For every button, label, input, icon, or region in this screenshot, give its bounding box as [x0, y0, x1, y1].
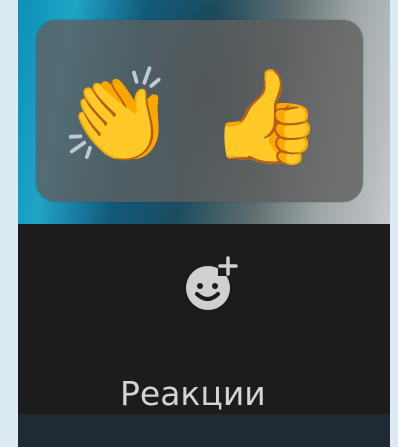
clapping-hands-icon[interactable]: 👏	[58, 62, 178, 172]
toolbar-panel: Реакции	[18, 224, 390, 447]
add-reaction-icon	[186, 256, 238, 310]
reactions-label: Реакции	[120, 374, 266, 413]
meeting-window: 👏 👍 Реакции	[18, 0, 390, 447]
bottom-strip	[18, 414, 390, 447]
thumbs-up-icon[interactable]: 👍	[206, 62, 326, 172]
video-preview: 👏 👍	[18, 0, 390, 224]
reactions-button[interactable]: Реакции	[88, 246, 318, 416]
reactions-popup: 👏 👍	[36, 20, 363, 202]
